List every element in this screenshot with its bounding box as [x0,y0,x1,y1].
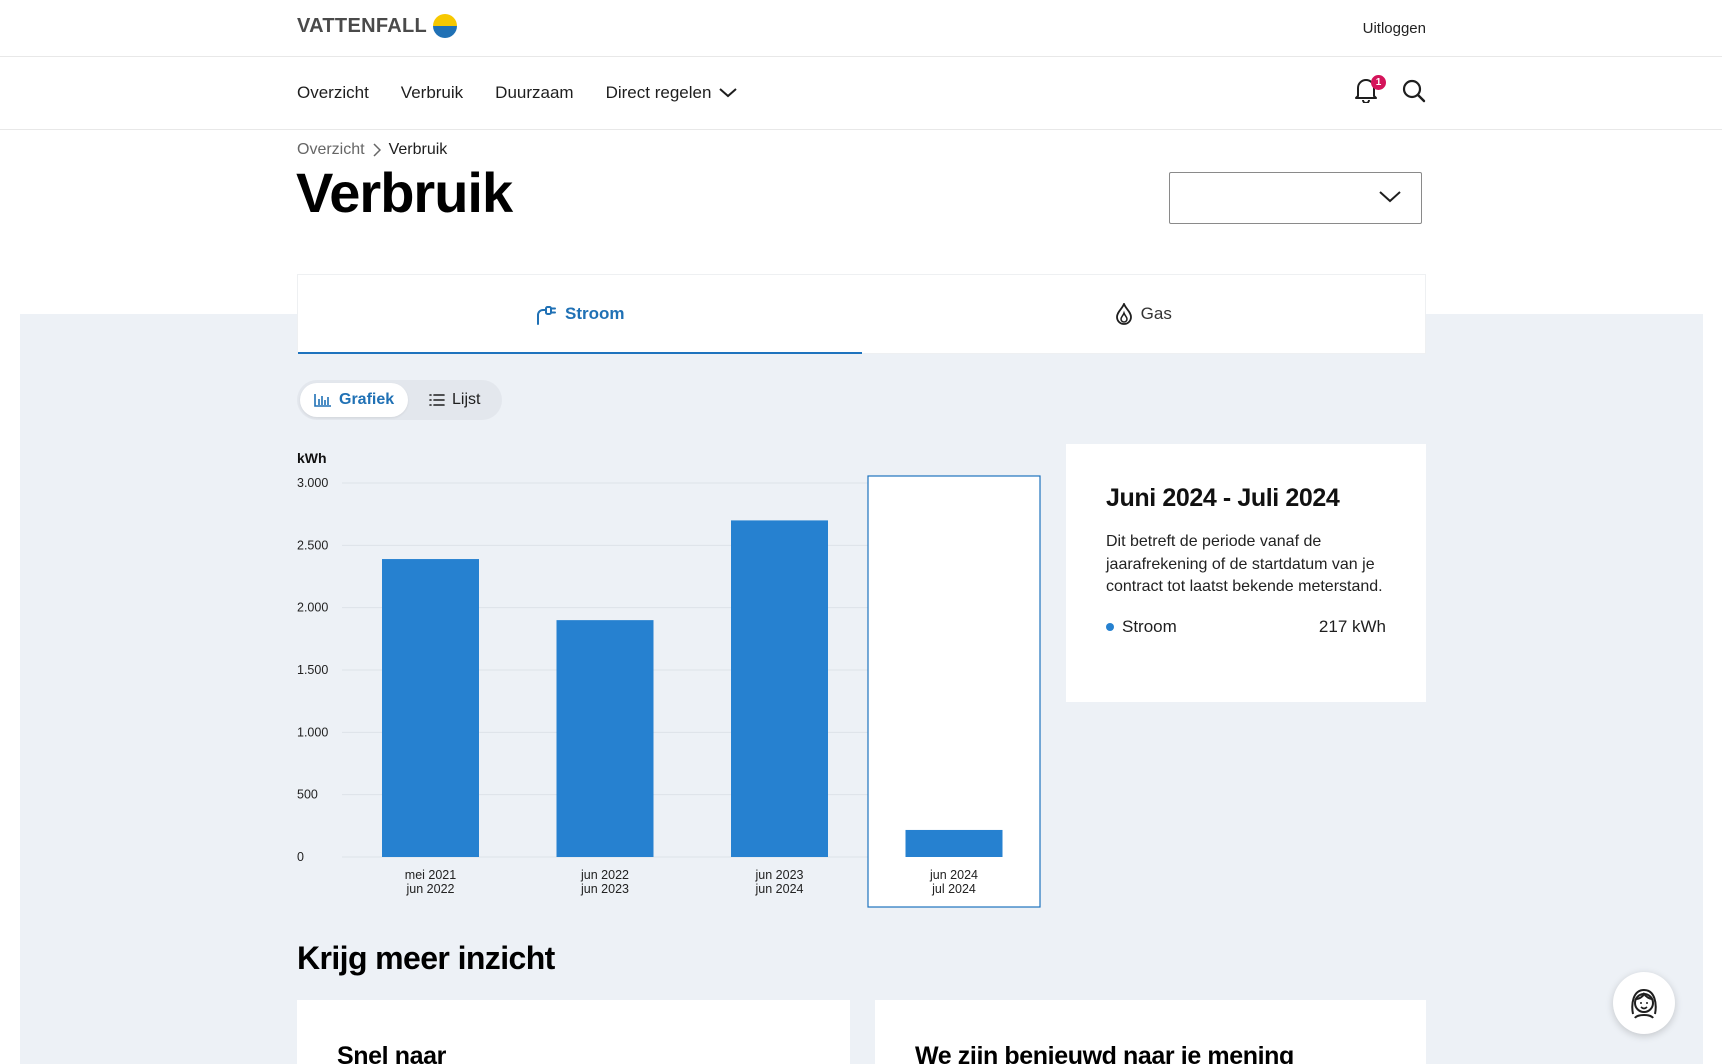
y-tick-label: 500 [297,788,318,802]
usage-chart-svg: kWh 3.000 2.500 2.000 1.500 1.000 500 0 mei 2021… [297,450,1041,908]
main-nav: Overzicht Verbruik Duurzaam Direct regel… [0,57,1722,130]
logout-link[interactable]: Uitloggen [1363,20,1426,37]
period-title: Juni 2024 - Juli 2024 [1106,484,1340,512]
series-label: Stroom [1122,616,1177,636]
chart-bar[interactable] [731,520,828,857]
y-tick-label: 2.500 [297,538,328,552]
chevron-right-icon [373,143,381,157]
y-tick-label: 1.000 [297,725,328,739]
bar-chart-icon [314,394,331,407]
view-toggle-grafiek-label: Grafiek [339,391,395,408]
y-tick-label: 2.000 [297,601,328,615]
nav-item-direct-regelen-label: Direct regelen [605,83,712,102]
assistant-avatar-icon [1631,988,1657,1019]
series-value: 217 kWh [1318,616,1386,636]
breadcrumb-current: Verbruik [388,141,448,158]
breadcrumb-overzicht[interactable]: Overzicht [297,141,365,159]
nav-item-overzicht[interactable]: Overzicht [297,83,369,103]
quick-links-card: Snel naar [297,1000,850,1064]
page: VATTENFALL Uitloggen Overzicht Verbruik … [0,0,1722,1064]
usage-chart: kWh 3.000 2.500 2.000 1.500 1.000 500 0 mei 2021… [290,445,1050,908]
chart-bar[interactable] [905,829,1003,857]
tab-stroom-label: Stroom [565,304,625,323]
list-icon [429,394,445,406]
view-toggle-lijst-label: Lijst [452,391,481,408]
period-info-card: Juni 2024 - Juli 2024 Dit betreft de per… [1066,444,1426,702]
feedback-title: We zijn benieuwd naar je mening [915,1042,1294,1064]
logo-sun-icon [433,14,458,38]
x-tick-label: jul 2024 [931,882,976,896]
nav-item-direct-regelen[interactable]: Direct regelen [606,83,738,103]
x-tick-label: jun 2023 [755,868,804,882]
x-tick-label: jun 2023 [580,882,629,896]
logo-text: VATTENFALL [297,14,428,37]
nav-item-duurzaam[interactable]: Duurzaam [495,83,573,103]
x-tick-label: jun 2022 [580,868,629,882]
y-axis-label: kWh [297,450,327,466]
chevron-down-icon [719,88,738,98]
chat-assistant-button[interactable] [1613,972,1675,1034]
x-tick-label: mei 2021 [405,868,456,882]
y-tick-label: 3.000 [297,476,328,490]
page-title: Verbruik [296,161,513,224]
period-description: Dit betreft de periode vanaf de jaarafre… [1106,533,1383,595]
view-toggle: Grafiek Lijst [297,380,502,420]
x-tick-label: jun 2024 [929,868,978,882]
top-bar: VATTENFALL Uitloggen [0,0,1722,57]
energy-tabs: Stroom Gas [297,274,1426,354]
chart-bar[interactable] [382,559,479,857]
chart-bar[interactable] [556,620,654,857]
search-icon[interactable] [1402,79,1426,103]
breadcrumb: Overzicht Verbruik [297,141,447,159]
address-select[interactable] [1169,172,1422,224]
y-tick-label: 0 [297,850,304,864]
period-usage-label: Stroom [1106,617,1177,637]
tab-stroom[interactable]: Stroom [298,275,862,354]
view-toggle-lijst[interactable]: Lijst [415,383,494,417]
flame-icon [1115,303,1132,325]
x-tick-label: jun 2024 [755,882,804,896]
x-tick-label: jun 2022 [406,882,455,896]
section-title: Krijg meer inzicht [297,940,555,976]
plug-icon [537,306,556,325]
feedback-card: We zijn benieuwd naar je mening [875,1000,1426,1064]
notifications-button[interactable]: 1 [1354,75,1386,105]
nav-item-verbruik[interactable]: Verbruik [401,83,463,103]
quick-links-title: Snel naar [337,1042,446,1064]
tab-gas-label: Gas [1140,304,1172,323]
view-toggle-grafiek[interactable]: Grafiek [300,383,409,417]
period-usage-row: Stroom 217 kWh [1106,617,1386,637]
tab-gas[interactable]: Gas [862,275,1426,353]
y-tick-label: 1.500 [297,663,328,677]
series-dot [1106,622,1114,631]
vattenfall-logo[interactable]: VATTENFALL [297,14,458,38]
chevron-down-icon [1379,191,1401,203]
notification-badge: 1 [1371,75,1386,90]
